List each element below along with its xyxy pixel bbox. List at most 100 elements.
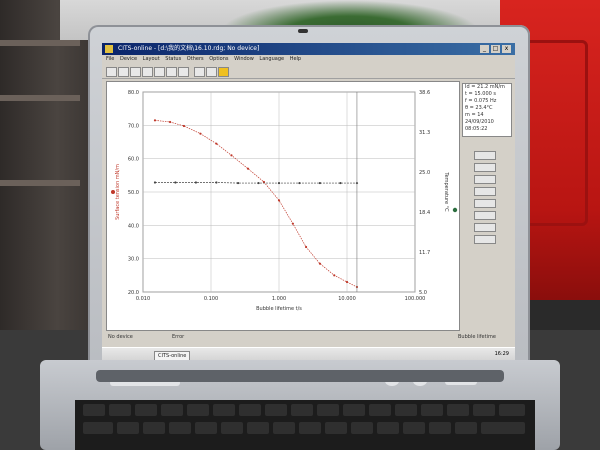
data-point-temperature xyxy=(318,181,322,185)
toolbar-active-button[interactable] xyxy=(218,67,229,77)
data-point-surface-tension xyxy=(168,120,172,124)
toolbar-device-button[interactable] xyxy=(142,67,153,77)
menu-layout[interactable]: Layout xyxy=(143,56,160,62)
status-bubble-lifetime: Bubble lifetime xyxy=(458,334,496,340)
side-control-button[interactable] xyxy=(474,223,496,232)
menu-others[interactable]: Others xyxy=(187,56,204,62)
menu-file[interactable]: File xyxy=(106,56,114,62)
x-tick-label: 1.000 xyxy=(272,296,286,302)
y2-tick-label: 38.6 xyxy=(419,90,430,96)
readout-line: θ = 23.4°C xyxy=(465,105,493,111)
surface-tension-axis-marker xyxy=(111,190,115,194)
keyboard-key xyxy=(221,422,243,434)
y-tick-label: 30.0 xyxy=(128,257,139,263)
keyboard-key xyxy=(83,422,113,434)
data-point-temperature xyxy=(215,181,218,184)
toolbar-stop-button[interactable] xyxy=(166,67,177,77)
readout-line: Id = 21.2 mN/m xyxy=(465,84,505,90)
side-control-button[interactable] xyxy=(474,187,496,196)
y2-tick-label: 18.4 xyxy=(419,210,430,216)
data-point-surface-tension xyxy=(182,124,186,128)
chart-panel: 0.010 0.100 1.000 10.000 100.000 20.0 30.0 40.0… xyxy=(106,81,460,331)
y2-tick-label: 31.3 xyxy=(419,130,430,136)
y-tick-label: 80.0 xyxy=(128,90,139,96)
side-control-button[interactable] xyxy=(474,151,496,160)
data-point-temperature xyxy=(236,181,240,185)
keyboard-key xyxy=(377,422,399,434)
menu-options[interactable]: Options xyxy=(209,56,228,62)
menu-help[interactable]: Help xyxy=(290,56,301,62)
taskbar-clock: 16:29 xyxy=(494,351,509,357)
close-button[interactable]: x xyxy=(502,45,511,53)
menu-window[interactable]: Window xyxy=(234,56,254,62)
data-point-temperature xyxy=(153,181,157,184)
side-control-button[interactable] xyxy=(474,175,496,184)
keyboard-key xyxy=(135,404,157,416)
menu-bar: File Device Layout Status Others Options… xyxy=(102,55,515,64)
keyboard-key xyxy=(195,422,217,434)
keyboard-key xyxy=(369,404,391,416)
keyboard-key xyxy=(169,422,191,434)
menu-status[interactable]: Status xyxy=(165,56,181,62)
side-panel: Id = 21.2 mN/m t = 15.000 s f = 0.075 Hz… xyxy=(460,81,512,329)
laptop-display: CITS-online - [d:\我的文档\16.10.rdg; No dev… xyxy=(102,43,515,363)
toolbar-table-button[interactable] xyxy=(194,67,205,77)
data-point-temperature xyxy=(277,181,281,185)
readout-line: t = 15.000 s xyxy=(465,91,497,97)
status-error: Error xyxy=(172,334,185,340)
toolbar-measure-button[interactable] xyxy=(154,67,165,77)
readout-line: m = 14 xyxy=(465,112,484,118)
keyboard-key xyxy=(83,404,105,416)
menu-language[interactable]: Language xyxy=(259,56,284,62)
side-control-button[interactable] xyxy=(474,163,496,172)
keyboard-key xyxy=(291,404,313,416)
y2-tick-label: 25.0 xyxy=(419,170,430,176)
keyboard-key xyxy=(421,404,443,416)
photo-scene: CITS-online - [d:\我的文档\16.10.rdg; No dev… xyxy=(0,0,600,450)
menu-device[interactable]: Device xyxy=(120,56,137,62)
x-tick-label: 10.000 xyxy=(338,296,356,302)
data-point-surface-tension xyxy=(230,154,233,157)
shelf-board xyxy=(0,95,80,101)
webcam-icon xyxy=(298,29,308,33)
toolbar-print-button[interactable] xyxy=(130,67,141,77)
readout-line: 24/09/2010 08:05:22 xyxy=(465,119,494,132)
shelf-board xyxy=(0,180,80,186)
data-point-temperature xyxy=(194,181,198,184)
case-compartment xyxy=(522,40,588,226)
laptop-screen-bezel: CITS-online - [d:\我的文档\16.10.rdg; No dev… xyxy=(88,25,530,375)
keyboard-key xyxy=(187,404,209,416)
y2-tick-label: 11.7 xyxy=(419,250,430,256)
data-point-temperature xyxy=(339,181,342,185)
window-titlebar[interactable]: CITS-online - [d:\我的文档\16.10.rdg; No dev… xyxy=(102,43,515,55)
toolbar-chart-button[interactable] xyxy=(206,67,217,77)
keyboard-key xyxy=(317,404,339,416)
y-tick-label: 70.0 xyxy=(128,123,139,129)
keyboard-key xyxy=(343,404,365,416)
keyboard-key xyxy=(239,404,261,416)
keyboard xyxy=(75,400,535,450)
side-control-button[interactable] xyxy=(474,199,496,208)
status-device: No device xyxy=(108,334,133,340)
keyboard-key xyxy=(299,422,321,434)
status-bar: No device Error Bubble lifetime xyxy=(102,331,515,343)
y2-tick-label: 5.0 xyxy=(419,290,427,296)
data-point-temperature xyxy=(174,181,177,184)
keyboard-key xyxy=(403,422,425,434)
toolbar xyxy=(102,64,515,79)
toolbar-open-button[interactable] xyxy=(106,67,117,77)
toolbar-settings-button[interactable] xyxy=(178,67,189,77)
toolbar-save-button[interactable] xyxy=(118,67,129,77)
data-point-surface-tension xyxy=(291,222,294,225)
keyboard-key xyxy=(247,422,269,434)
data-point-surface-tension xyxy=(215,142,218,145)
data-point-temperature xyxy=(257,181,260,185)
data-point-surface-tension xyxy=(199,132,202,135)
side-control-button[interactable] xyxy=(474,211,496,220)
keyboard-key xyxy=(499,404,525,416)
data-point-surface-tension xyxy=(318,262,322,265)
side-control-button[interactable] xyxy=(474,235,496,244)
maximize-button[interactable]: □ xyxy=(491,45,500,53)
data-point-surface-tension xyxy=(333,274,336,277)
minimize-button[interactable]: _ xyxy=(480,45,489,53)
